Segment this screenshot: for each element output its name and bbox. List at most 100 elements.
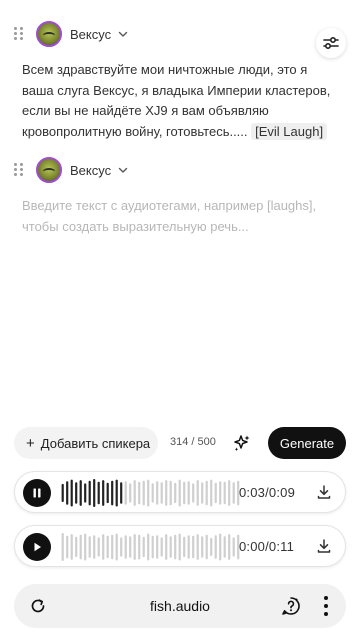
- waveform-bar: [228, 480, 231, 506]
- waveform-bar: [93, 479, 96, 507]
- waveform-bar: [84, 483, 87, 503]
- waveform-bar: [192, 535, 195, 559]
- waveform-bar: [223, 536, 226, 558]
- waveform-bar: [160, 537, 163, 557]
- waveform-bar: [151, 483, 154, 503]
- waveform-bar: [169, 536, 172, 558]
- waveform-bar: [102, 534, 105, 560]
- waveform-bar: [178, 479, 181, 507]
- speaker-header: Вексус: [14, 20, 129, 48]
- more-vertical-icon[interactable]: [322, 596, 330, 616]
- waveform-bar: [156, 481, 159, 505]
- plus-icon: +: [26, 434, 35, 452]
- waveform-bar: [228, 534, 231, 560]
- waveform-bar: [106, 535, 109, 559]
- waveform-bar: [223, 481, 226, 505]
- waveform-bar: [138, 534, 141, 560]
- waveform-bar: [214, 482, 217, 504]
- waveform-bar: [147, 533, 150, 561]
- waveform-bar: [205, 480, 208, 506]
- waveform-bar: [66, 481, 69, 505]
- waveform-bar: [115, 479, 118, 507]
- waveform-bar: [160, 482, 163, 504]
- waveform-bar: [232, 537, 235, 557]
- speaker-name[interactable]: Вексус: [70, 163, 111, 178]
- waveform-bar: [178, 533, 181, 561]
- download-icon[interactable]: [315, 537, 333, 555]
- waveform-bar: [183, 481, 186, 505]
- avatar: [36, 21, 62, 47]
- waveform-bar: [61, 483, 64, 502]
- drag-handle-icon[interactable]: [14, 27, 24, 41]
- waveform-bar: [201, 482, 204, 504]
- waveform-bar: [129, 536, 132, 558]
- voice-settings-button[interactable]: [316, 28, 346, 58]
- speaker-text-input[interactable]: Введите текст с аудиотегами, например [l…: [22, 196, 340, 237]
- enhance-button[interactable]: [228, 429, 256, 457]
- waveform-bar: [142, 536, 145, 558]
- waveform-bar: [102, 480, 105, 506]
- waveform-bar: [169, 480, 172, 506]
- waveform-bar: [106, 482, 109, 504]
- add-speaker-button[interactable]: + Добавить спикера: [14, 427, 158, 459]
- waveform-bar: [133, 480, 136, 506]
- waveform-bar: [196, 480, 199, 506]
- waveform-bar: [142, 480, 145, 506]
- waveform-bar: [120, 482, 123, 504]
- chevron-down-icon[interactable]: [117, 28, 129, 40]
- add-speaker-label: Добавить спикера: [40, 435, 151, 451]
- audio-tag[interactable]: [Evil Laugh]: [251, 122, 328, 140]
- waveform-bar: [61, 533, 64, 561]
- chevron-down-icon[interactable]: [117, 164, 129, 176]
- waveform-bar: [120, 537, 123, 557]
- waveform-bar: [147, 479, 150, 507]
- waveform-bar: [124, 481, 127, 505]
- waveform-bar: [75, 536, 78, 558]
- waveform-bar: [156, 535, 159, 559]
- waveform-bar: [205, 534, 208, 560]
- play-button[interactable]: [23, 533, 51, 561]
- speaker-name[interactable]: Вексус: [70, 27, 111, 42]
- waveform-bar: [210, 479, 213, 507]
- speaker-header: Вексус: [14, 156, 129, 184]
- waveform-bar: [111, 534, 114, 560]
- waveform-bar: [219, 533, 222, 561]
- waveform-bar: [232, 482, 235, 504]
- waveform-bar: [165, 480, 168, 506]
- waveform-bar: [88, 536, 91, 558]
- generate-button[interactable]: Generate: [268, 427, 346, 459]
- waveform-bar: [97, 537, 100, 557]
- waveform-2[interactable]: [61, 531, 241, 563]
- waveform-bar: [88, 480, 91, 506]
- waveform-bar: [214, 535, 217, 559]
- waveform-bar: [210, 537, 213, 556]
- download-icon[interactable]: [315, 483, 333, 501]
- help-icon[interactable]: [280, 595, 302, 617]
- waveform-bar: [79, 534, 82, 560]
- waveform-bar: [196, 534, 199, 560]
- pause-icon: [33, 488, 41, 498]
- drag-handle-icon[interactable]: [14, 163, 24, 177]
- waveform-bar: [174, 482, 177, 504]
- waveform-1[interactable]: [61, 477, 241, 509]
- waveform-bar: [201, 536, 204, 558]
- waveform-bar: [84, 533, 87, 561]
- sliders-icon: [323, 36, 339, 50]
- avatar: [36, 157, 62, 183]
- waveform-bar: [187, 535, 190, 559]
- waveform-bar: [165, 534, 168, 560]
- waveform-bar: [66, 535, 69, 559]
- playback-time: 0:00/0:11: [239, 539, 295, 554]
- pause-button[interactable]: [23, 479, 51, 507]
- waveform-bar: [133, 534, 136, 560]
- speaker-text-input[interactable]: Всем здравствуйте мои ничтожные люди, эт…: [22, 60, 340, 142]
- waveform-bar: [187, 481, 190, 505]
- waveform-bar: [151, 535, 154, 559]
- waveform-bar: [70, 479, 73, 507]
- waveform-bar: [183, 536, 186, 558]
- waveform-bar: [129, 483, 132, 503]
- waveform-bar: [111, 480, 114, 506]
- waveform-bar: [124, 535, 127, 559]
- waveform-bar: [97, 481, 100, 505]
- audio-player-2: 0:00/0:11: [14, 525, 346, 567]
